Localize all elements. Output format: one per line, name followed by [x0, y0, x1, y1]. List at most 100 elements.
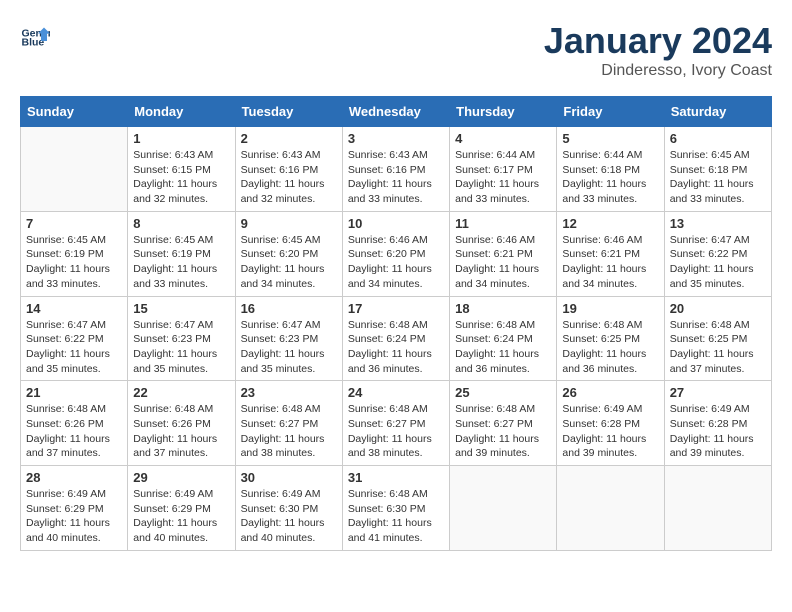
day-number: 7: [26, 216, 122, 231]
calendar-cell: 1 Sunrise: 6:43 AM Sunset: 6:15 PM Daylig…: [128, 127, 235, 212]
calendar-cell: 12 Sunrise: 6:46 AM Sunset: 6:21 PM Dayli…: [557, 211, 664, 296]
day-number: 31: [348, 470, 444, 485]
weekday-header: Tuesday: [235, 97, 342, 127]
calendar-cell: 24 Sunrise: 6:48 AM Sunset: 6:27 PM Dayli…: [342, 381, 449, 466]
calendar-cell: 20 Sunrise: 6:48 AM Sunset: 6:25 PM Dayli…: [664, 296, 771, 381]
day-info: Sunrise: 6:48 AM Sunset: 6:27 PM Dayligh…: [455, 402, 551, 461]
day-number: 19: [562, 301, 658, 316]
day-info: Sunrise: 6:49 AM Sunset: 6:30 PM Dayligh…: [241, 487, 337, 546]
day-info: Sunrise: 6:43 AM Sunset: 6:15 PM Dayligh…: [133, 148, 229, 207]
logo-icon: General Blue: [20, 20, 50, 50]
calendar-week-row: 7 Sunrise: 6:45 AM Sunset: 6:19 PM Daylig…: [21, 211, 772, 296]
day-number: 16: [241, 301, 337, 316]
day-info: Sunrise: 6:48 AM Sunset: 6:24 PM Dayligh…: [455, 318, 551, 377]
calendar-cell: 28 Sunrise: 6:49 AM Sunset: 6:29 PM Dayli…: [21, 466, 128, 551]
day-number: 23: [241, 385, 337, 400]
calendar-table: SundayMondayTuesdayWednesdayThursdayFrid…: [20, 96, 772, 551]
day-info: Sunrise: 6:43 AM Sunset: 6:16 PM Dayligh…: [348, 148, 444, 207]
weekday-header: Friday: [557, 97, 664, 127]
day-number: 27: [670, 385, 766, 400]
calendar-week-row: 28 Sunrise: 6:49 AM Sunset: 6:29 PM Dayli…: [21, 466, 772, 551]
calendar-cell: 13Sunrise: 6:47 AM Sunset: 6:22 PM Dayli…: [664, 211, 771, 296]
day-number: 25: [455, 385, 551, 400]
weekday-header: Sunday: [21, 97, 128, 127]
calendar-cell: 10 Sunrise: 6:46 AM Sunset: 6:20 PM Dayli…: [342, 211, 449, 296]
calendar-cell: 5Sunrise: 6:44 AM Sunset: 6:18 PM Daylig…: [557, 127, 664, 212]
day-info: Sunrise: 6:44 AM Sunset: 6:17 PM Dayligh…: [455, 148, 551, 207]
day-info: Sunrise: 6:48 AM Sunset: 6:27 PM Dayligh…: [348, 402, 444, 461]
day-number: 14: [26, 301, 122, 316]
day-number: 5: [562, 131, 658, 146]
day-info: Sunrise: 6:46 AM Sunset: 6:21 PM Dayligh…: [562, 233, 658, 292]
day-info: Sunrise: 6:46 AM Sunset: 6:21 PM Dayligh…: [455, 233, 551, 292]
day-info: Sunrise: 6:49 AM Sunset: 6:28 PM Dayligh…: [670, 402, 766, 461]
calendar-cell: 19 Sunrise: 6:48 AM Sunset: 6:25 PM Dayli…: [557, 296, 664, 381]
weekday-header: Saturday: [664, 97, 771, 127]
calendar-cell: 8 Sunrise: 6:45 AM Sunset: 6:19 PM Daylig…: [128, 211, 235, 296]
calendar-cell: 25 Sunrise: 6:48 AM Sunset: 6:27 PM Dayli…: [450, 381, 557, 466]
day-info: Sunrise: 6:45 AM Sunset: 6:19 PM Dayligh…: [26, 233, 122, 292]
day-number: 3: [348, 131, 444, 146]
calendar-cell: [557, 466, 664, 551]
day-number: 10: [348, 216, 444, 231]
calendar-title: January 2024: [544, 20, 772, 62]
day-number: 29: [133, 470, 229, 485]
weekday-header: Thursday: [450, 97, 557, 127]
day-number: 30: [241, 470, 337, 485]
day-info: Sunrise: 6:48 AM Sunset: 6:26 PM Dayligh…: [26, 402, 122, 461]
day-info: Sunrise: 6:45 AM Sunset: 6:18 PM Dayligh…: [670, 148, 766, 207]
day-info: Sunrise: 6:47 AM Sunset: 6:23 PM Dayligh…: [133, 318, 229, 377]
day-info: Sunrise: 6:48 AM Sunset: 6:25 PM Dayligh…: [562, 318, 658, 377]
day-info: Sunrise: 6:49 AM Sunset: 6:29 PM Dayligh…: [133, 487, 229, 546]
page-header: General Blue January 2024 Dinderesso, Iv…: [20, 20, 772, 80]
calendar-cell: 3 Sunrise: 6:43 AM Sunset: 6:16 PM Daylig…: [342, 127, 449, 212]
calendar-cell: 22 Sunrise: 6:48 AM Sunset: 6:26 PM Dayli…: [128, 381, 235, 466]
day-info: Sunrise: 6:49 AM Sunset: 6:28 PM Dayligh…: [562, 402, 658, 461]
calendar-cell: 4 Sunrise: 6:44 AM Sunset: 6:17 PM Daylig…: [450, 127, 557, 212]
day-info: Sunrise: 6:48 AM Sunset: 6:25 PM Dayligh…: [670, 318, 766, 377]
day-number: 22: [133, 385, 229, 400]
day-info: Sunrise: 6:46 AM Sunset: 6:20 PM Dayligh…: [348, 233, 444, 292]
day-info: Sunrise: 6:48 AM Sunset: 6:27 PM Dayligh…: [241, 402, 337, 461]
day-info: Sunrise: 6:47 AM Sunset: 6:22 PM Dayligh…: [26, 318, 122, 377]
day-number: 21: [26, 385, 122, 400]
calendar-cell: 21 Sunrise: 6:48 AM Sunset: 6:26 PM Dayli…: [21, 381, 128, 466]
day-info: Sunrise: 6:43 AM Sunset: 6:16 PM Dayligh…: [241, 148, 337, 207]
day-number: 4: [455, 131, 551, 146]
calendar-cell: 16 Sunrise: 6:47 AM Sunset: 6:23 PM Dayli…: [235, 296, 342, 381]
day-number: 8: [133, 216, 229, 231]
calendar-cell: 17Sunrise: 6:48 AM Sunset: 6:24 PM Dayli…: [342, 296, 449, 381]
day-number: 6: [670, 131, 766, 146]
day-number: 9: [241, 216, 337, 231]
calendar-week-row: 1 Sunrise: 6:43 AM Sunset: 6:15 PM Daylig…: [21, 127, 772, 212]
weekday-header: Monday: [128, 97, 235, 127]
calendar-cell: 31 Sunrise: 6:48 AM Sunset: 6:30 PM Dayli…: [342, 466, 449, 551]
day-info: Sunrise: 6:45 AM Sunset: 6:20 PM Dayligh…: [241, 233, 337, 292]
day-number: 20: [670, 301, 766, 316]
calendar-cell: [450, 466, 557, 551]
day-info: Sunrise: 6:48 AM Sunset: 6:30 PM Dayligh…: [348, 487, 444, 546]
calendar-cell: 18Sunrise: 6:48 AM Sunset: 6:24 PM Dayli…: [450, 296, 557, 381]
svg-text:Blue: Blue: [22, 37, 45, 49]
day-info: Sunrise: 6:45 AM Sunset: 6:19 PM Dayligh…: [133, 233, 229, 292]
day-number: 28: [26, 470, 122, 485]
calendar-cell: 11 Sunrise: 6:46 AM Sunset: 6:21 PM Dayli…: [450, 211, 557, 296]
day-number: 24: [348, 385, 444, 400]
title-block: January 2024 Dinderesso, Ivory Coast: [544, 20, 772, 80]
calendar-cell: 14 Sunrise: 6:47 AM Sunset: 6:22 PM Dayli…: [21, 296, 128, 381]
calendar-week-row: 14 Sunrise: 6:47 AM Sunset: 6:22 PM Dayli…: [21, 296, 772, 381]
day-number: 11: [455, 216, 551, 231]
day-number: 15: [133, 301, 229, 316]
calendar-cell: 30 Sunrise: 6:49 AM Sunset: 6:30 PM Dayli…: [235, 466, 342, 551]
calendar-cell: 6 Sunrise: 6:45 AM Sunset: 6:18 PM Daylig…: [664, 127, 771, 212]
day-info: Sunrise: 6:49 AM Sunset: 6:29 PM Dayligh…: [26, 487, 122, 546]
logo: General Blue: [20, 20, 50, 50]
day-number: 12: [562, 216, 658, 231]
day-info: Sunrise: 6:47 AM Sunset: 6:23 PM Dayligh…: [241, 318, 337, 377]
calendar-cell: 7 Sunrise: 6:45 AM Sunset: 6:19 PM Daylig…: [21, 211, 128, 296]
calendar-cell: 27 Sunrise: 6:49 AM Sunset: 6:28 PM Dayli…: [664, 381, 771, 466]
day-number: 1: [133, 131, 229, 146]
calendar-cell: 15 Sunrise: 6:47 AM Sunset: 6:23 PM Dayli…: [128, 296, 235, 381]
day-info: Sunrise: 6:48 AM Sunset: 6:26 PM Dayligh…: [133, 402, 229, 461]
weekday-header-row: SundayMondayTuesdayWednesdayThursdayFrid…: [21, 97, 772, 127]
